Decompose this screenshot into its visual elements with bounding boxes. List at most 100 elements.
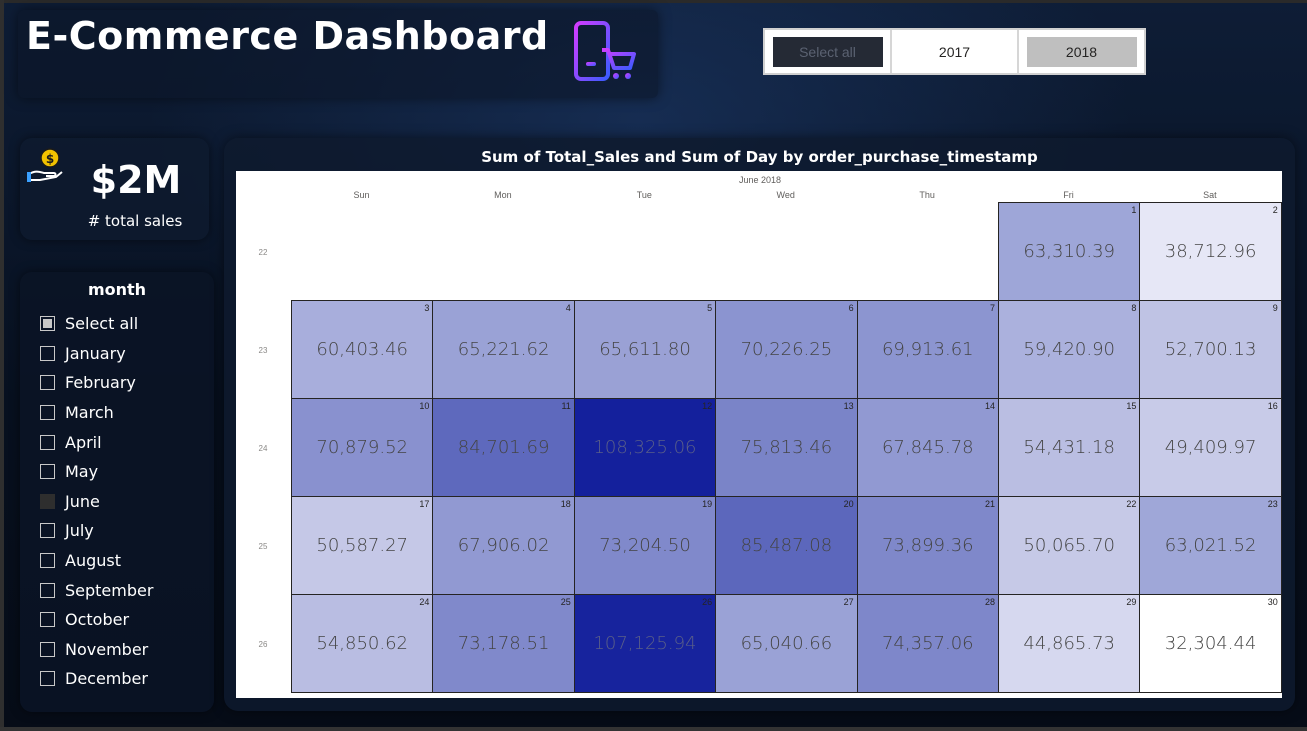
- day-sales-value: 108,325.06: [593, 437, 697, 458]
- day-sales-value: 59,420.90: [1023, 339, 1115, 360]
- year-2017-button[interactable]: 2017: [892, 30, 1019, 73]
- month-item-march[interactable]: March: [40, 398, 153, 428]
- calendar-day-cell[interactable]: 10 70,879.52: [291, 398, 434, 497]
- calendar-day-cell[interactable]: 17 50,587.27: [291, 496, 434, 595]
- calendar-day-cell[interactable]: 28 74,357.06: [856, 594, 999, 693]
- day-number: 30: [1267, 597, 1278, 607]
- day-sales-value: 65,040.66: [740, 633, 833, 654]
- calendar-day-cell[interactable]: 8 59,420.90: [998, 300, 1141, 399]
- phone-shopping-cart-icon: [574, 21, 636, 81]
- calendar-day-cell[interactable]: 29 44,865.73: [998, 594, 1141, 693]
- day-number: 26: [702, 597, 713, 607]
- month-checkbox[interactable]: [40, 612, 55, 628]
- month-checkbox[interactable]: [40, 641, 55, 657]
- calendar-day-cell[interactable]: 14 67,845.78: [856, 398, 999, 497]
- calendar-day-cell[interactable]: 3 60,403.46: [291, 300, 434, 399]
- calendar-day-cell[interactable]: 4 65,221.62: [432, 300, 575, 399]
- month-checkbox[interactable]: [40, 493, 55, 509]
- month-checkbox[interactable]: [40, 671, 55, 687]
- day-number: 22: [1126, 499, 1137, 509]
- calendar-day-cell[interactable]: 2 38,712.96: [1139, 202, 1282, 301]
- calendar-day-cell[interactable]: 1 63,310.39: [998, 202, 1141, 301]
- calendar-day-cell[interactable]: 6 70,226.25: [715, 300, 858, 399]
- day-number: 6: [848, 303, 854, 313]
- calendar-day-cell[interactable]: 13 75,813.46: [715, 398, 858, 497]
- day-number: 2: [1272, 205, 1278, 215]
- day-number: 8: [1131, 303, 1137, 313]
- month-item-august[interactable]: August: [40, 546, 153, 576]
- month-checkbox[interactable]: [40, 523, 55, 539]
- day-sales-value: 73,204.50: [599, 535, 691, 556]
- calendar-day-cell[interactable]: 16 49,409.97: [1139, 398, 1282, 497]
- month-item-label: April: [65, 432, 102, 452]
- calendar-day-cell[interactable]: 19 73,204.50: [573, 496, 717, 595]
- calendar-day-cell[interactable]: 30 32,304.44: [1139, 594, 1282, 693]
- day-number: 12: [702, 401, 713, 411]
- month-item-label: September: [65, 580, 154, 600]
- month-item-june[interactable]: June: [40, 487, 153, 517]
- calendar-title: Sum of Total_Sales and Sum of Day by ord…: [481, 148, 1038, 166]
- calendar-day-cell[interactable]: 24 54,850.62: [291, 594, 434, 693]
- day-number: 20: [843, 499, 854, 509]
- year-slicer: Select all 2017 2018: [763, 28, 1146, 75]
- left-border: [0, 0, 4, 731]
- weekday-label: Sun: [353, 190, 370, 200]
- month-checkbox[interactable]: [40, 582, 55, 598]
- month-item-january[interactable]: January: [40, 339, 153, 369]
- month-item-december[interactable]: December: [40, 664, 153, 694]
- weekday-label: Thu: [919, 190, 935, 200]
- month-checkbox[interactable]: [40, 464, 55, 480]
- month-item-label: February: [65, 373, 136, 393]
- weekday-label: Tue: [636, 190, 652, 200]
- day-number: 18: [560, 499, 571, 509]
- month-slicer-header: month: [87, 280, 147, 299]
- calendar-day-cell[interactable]: 22 50,065.70: [998, 496, 1141, 595]
- calendar-day-cell[interactable]: 11 84,701.69: [432, 398, 575, 497]
- month-item-may[interactable]: May: [40, 457, 153, 487]
- calendar-day-cell[interactable]: 12 108,325.06: [573, 398, 717, 497]
- day-number: 3: [424, 303, 430, 313]
- month-checkbox[interactable]: [40, 375, 55, 391]
- month-item-november[interactable]: November: [40, 635, 153, 665]
- calendar-day-cell[interactable]: 25 73,178.51: [432, 594, 575, 693]
- calendar-day-cell[interactable]: 23 63,021.52: [1139, 496, 1282, 595]
- month-item-label: June: [65, 491, 100, 511]
- day-number: 10: [419, 401, 430, 411]
- day-number: 23: [1267, 499, 1278, 509]
- month-item-september[interactable]: September: [40, 575, 153, 605]
- week-number-label: 24: [258, 444, 268, 453]
- month-item-october[interactable]: October: [40, 605, 153, 635]
- month-item-february[interactable]: February: [40, 368, 153, 398]
- total-sales-value: $2M: [90, 158, 182, 202]
- month-item-select-all[interactable]: Select all: [40, 309, 153, 339]
- month-checkbox[interactable]: [40, 405, 55, 421]
- month-checkbox[interactable]: [40, 345, 55, 361]
- calendar-day-cell[interactable]: 21 73,899.36: [856, 496, 999, 595]
- calendar-day-cell[interactable]: 26 107,125.94: [573, 594, 717, 693]
- day-sales-value: 60,403.46: [316, 339, 408, 360]
- calendar-day-cell[interactable]: 5 65,611.80: [573, 300, 717, 399]
- calendar-day-cell[interactable]: 9 52,700.13: [1139, 300, 1282, 399]
- year-2018-button[interactable]: 2018: [1019, 30, 1144, 73]
- month-checkbox[interactable]: [40, 434, 55, 450]
- day-number: 24: [419, 597, 430, 607]
- month-item-july[interactable]: July: [40, 516, 153, 546]
- month-checkbox[interactable]: [40, 316, 55, 332]
- calendar-day-cell[interactable]: 27 65,040.66: [715, 594, 858, 693]
- top-border: [0, 0, 1307, 3]
- day-sales-value: 107,125.94: [593, 633, 697, 654]
- calendar-day-cell[interactable]: 7 69,913.61: [856, 300, 999, 399]
- weekday-label: Mon: [494, 190, 512, 200]
- month-checkbox[interactable]: [40, 553, 55, 569]
- calendar-day-cell[interactable]: 15 54,431.18: [998, 398, 1141, 497]
- year-select-all-button[interactable]: Select all: [765, 30, 892, 73]
- month-item-label: May: [65, 462, 99, 482]
- week-number-label: 23: [258, 346, 268, 355]
- calendar-day-cell[interactable]: 20 85,487.08: [715, 496, 858, 595]
- day-sales-value: 70,226.25: [740, 339, 833, 360]
- day-number: 7: [989, 303, 995, 313]
- month-item-april[interactable]: April: [40, 427, 153, 457]
- day-number: 11: [561, 401, 571, 411]
- month-item-label: August: [65, 551, 121, 571]
- calendar-day-cell[interactable]: 18 67,906.02: [432, 496, 575, 595]
